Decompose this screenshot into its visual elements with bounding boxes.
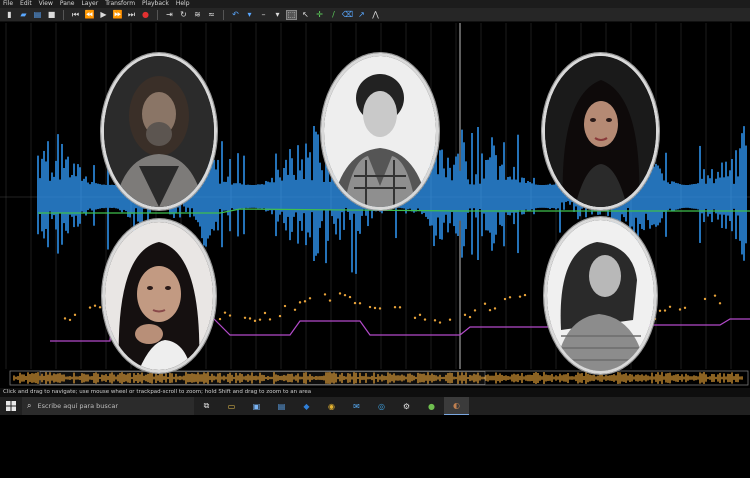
- menu-view[interactable]: View: [39, 0, 53, 8]
- overview-waveform[interactable]: [0, 369, 750, 388]
- windows-taskbar: ⌕ Escribe aquí para buscar ⧉ ▭ ▣ ▤ ◆ ◉ ✉…: [0, 397, 750, 415]
- dropdown-icon[interactable]: ▾: [272, 10, 283, 20]
- search-placeholder: Escribe aquí para buscar: [37, 402, 119, 410]
- toolbar-separator: [157, 9, 158, 20]
- edit-icon[interactable]: ↗: [356, 10, 367, 20]
- undo-icon[interactable]: ↶: [230, 10, 241, 20]
- portrait-image: [324, 56, 436, 207]
- navigate-icon[interactable]: ⬚: [286, 9, 297, 20]
- windows-start-button[interactable]: [0, 397, 22, 415]
- cursor-icon[interactable]: ↖: [300, 10, 311, 20]
- portrait-woman-long-hair: [542, 53, 659, 210]
- open-icon[interactable]: ▰: [18, 10, 29, 20]
- portrait-image: [105, 222, 213, 370]
- taskbar-search[interactable]: ⌕ Escribe aquí para buscar: [22, 397, 194, 415]
- new-icon[interactable]: ▮: [4, 10, 15, 20]
- app-green-icon[interactable]: ●: [419, 397, 444, 415]
- app-icon[interactable]: ▤: [269, 397, 294, 415]
- file-explorer-icon[interactable]: ▭: [219, 397, 244, 415]
- vpn-icon[interactable]: ◎: [369, 397, 394, 415]
- portrait-image: [547, 220, 654, 371]
- toolbar-separator: [223, 9, 224, 20]
- menu-bar: File Edit View Pane Layer Transform Play…: [0, 0, 750, 8]
- rewind-icon[interactable]: ⏪: [84, 10, 95, 20]
- menu-layer[interactable]: Layer: [81, 0, 98, 8]
- toolbar: ▮ ▰ ▤ ■ ⏮ ⏪ ▶ ⏩ ⏭ ● ⇥ ↻ ≋ ≈ ↶ ▾ – ▾ ⬚ ↖ …: [0, 8, 750, 22]
- overview-pane[interactable]: [0, 369, 750, 388]
- windows-logo-icon: [6, 401, 16, 411]
- sonic-visualiser-taskbar-icon[interactable]: ◐: [444, 397, 469, 415]
- dash-icon[interactable]: –: [258, 10, 269, 20]
- loop-icon[interactable]: ↻: [178, 10, 189, 20]
- menu-pane[interactable]: Pane: [60, 0, 75, 8]
- toolbar-separator: [63, 9, 64, 20]
- portrait-image: [545, 56, 656, 207]
- settings-icon[interactable]: ⚙: [394, 397, 419, 415]
- play-icon[interactable]: ▶: [98, 10, 109, 20]
- measure-icon[interactable]: ⋀: [370, 10, 381, 20]
- portrait-woman-short-hair: [321, 53, 439, 210]
- mail-icon[interactable]: ✉: [344, 397, 369, 415]
- app-blue-icon[interactable]: ◆: [294, 397, 319, 415]
- store-icon[interactable]: ▣: [244, 397, 269, 415]
- play-selection-icon[interactable]: ⇥: [164, 10, 175, 20]
- portrait-woman-knit: [544, 217, 657, 374]
- sonic-visualiser-window: File Edit View Pane Layer Transform Play…: [0, 0, 750, 478]
- search-icon: ⌕: [27, 401, 32, 410]
- status-text: Click and drag to navigate; use mouse wh…: [3, 389, 312, 395]
- task-view-icon[interactable]: ⧉: [194, 397, 219, 415]
- move-icon[interactable]: ✛: [314, 10, 325, 20]
- import-icon[interactable]: ▤: [32, 10, 43, 20]
- fast-forward-icon[interactable]: ⏩: [112, 10, 123, 20]
- solo-icon[interactable]: ≋: [192, 10, 203, 20]
- record-icon[interactable]: ●: [140, 10, 151, 20]
- menu-help[interactable]: Help: [176, 0, 190, 8]
- menu-file[interactable]: File: [3, 0, 13, 8]
- skip-start-icon[interactable]: ⏮: [70, 10, 81, 20]
- status-bar: Click and drag to navigate; use mouse wh…: [0, 388, 750, 397]
- menu-playback[interactable]: Playback: [142, 0, 169, 8]
- menu-edit[interactable]: Edit: [20, 0, 32, 8]
- portrait-image: [104, 56, 214, 207]
- erase-icon[interactable]: ⌫: [342, 10, 353, 20]
- speed-icon[interactable]: ≈: [206, 10, 217, 20]
- save-icon[interactable]: ■: [46, 10, 57, 20]
- redo-icon[interactable]: ▾: [244, 10, 255, 20]
- chrome-icon[interactable]: ◉: [319, 397, 344, 415]
- portrait-man-long-hair: [101, 53, 217, 210]
- portrait-young-woman: [102, 219, 216, 373]
- draw-icon[interactable]: /: [328, 10, 339, 20]
- menu-transform[interactable]: Transform: [105, 0, 135, 8]
- skip-end-icon[interactable]: ⏭: [126, 10, 137, 20]
